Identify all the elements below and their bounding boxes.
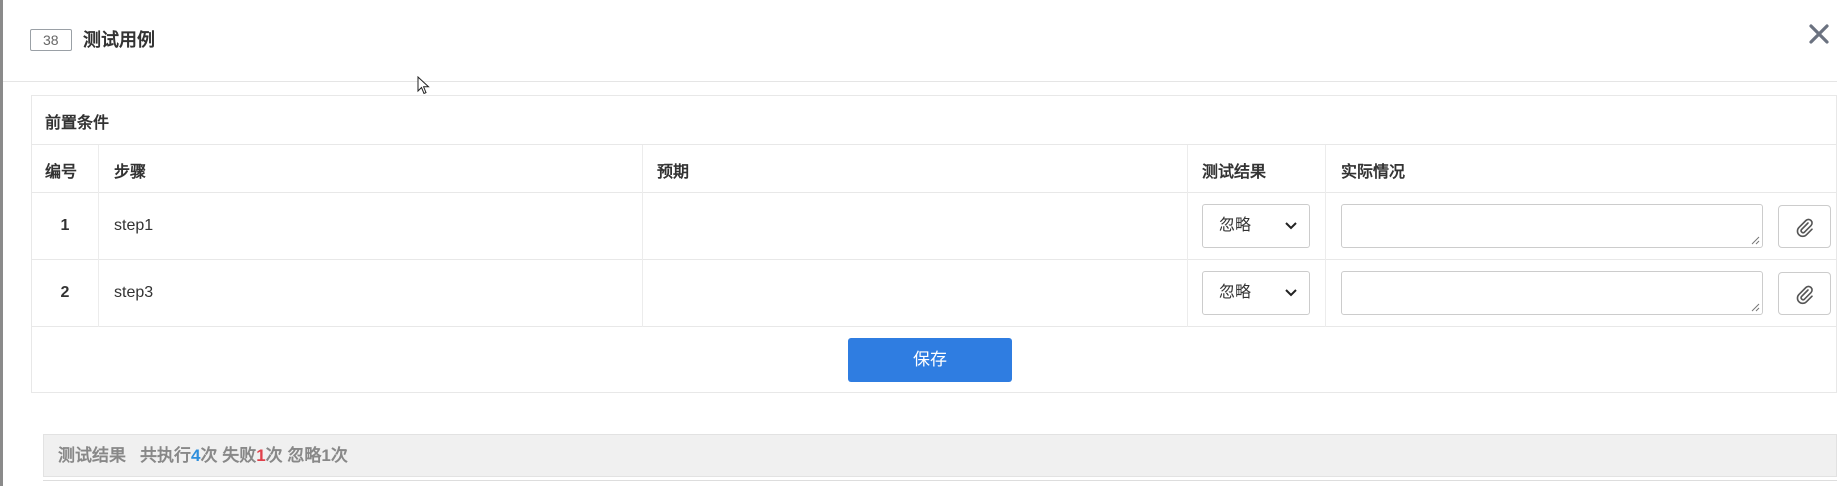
column-divider bbox=[642, 145, 643, 327]
col-header-result: 测试结果 bbox=[1202, 164, 1267, 181]
col-header-number: 编号 bbox=[45, 164, 78, 181]
fail-count: 1 bbox=[256, 446, 266, 465]
fail-suffix: 次 bbox=[265, 446, 283, 465]
column-divider bbox=[1187, 145, 1188, 327]
step-number: 2 bbox=[60, 284, 70, 301]
exec-prefix: 共执行 bbox=[140, 446, 191, 465]
col-header-step: 步骤 bbox=[114, 164, 147, 181]
divider bbox=[43, 480, 1837, 481]
divider bbox=[32, 192, 1837, 193]
exec-suffix: 次 bbox=[200, 446, 218, 465]
summary-label: 测试结果 bbox=[58, 446, 126, 465]
resize-grip-icon bbox=[1751, 236, 1760, 245]
step-number: 1 bbox=[60, 217, 70, 234]
case-id-badge: 38 bbox=[30, 29, 72, 51]
result-select[interactable]: 忽略 bbox=[1202, 204, 1310, 248]
attach-button[interactable] bbox=[1778, 205, 1831, 248]
close-icon bbox=[1809, 24, 1829, 44]
ignore-count-text: 忽略1次 bbox=[287, 446, 348, 465]
result-select[interactable]: 忽略 bbox=[1202, 271, 1310, 315]
dialog-title: 测试用例 bbox=[83, 30, 155, 50]
test-result-summary: 测试结果 共执行4次 失败1次 忽略1次 bbox=[43, 434, 1837, 477]
mouse-pointer-icon bbox=[417, 76, 430, 95]
dialog-header: 38 测试用例 bbox=[3, 0, 1837, 82]
paperclip-icon bbox=[1796, 218, 1813, 238]
result-select-value: 忽略 bbox=[1219, 217, 1252, 234]
actual-input[interactable] bbox=[1341, 204, 1763, 248]
chevron-down-icon bbox=[1285, 289, 1297, 297]
save-button[interactable]: 保存 bbox=[848, 338, 1012, 382]
fail-prefix: 失败 bbox=[222, 446, 257, 465]
column-divider bbox=[1325, 145, 1326, 327]
chevron-down-icon bbox=[1285, 222, 1297, 230]
result-select-value: 忽略 bbox=[1219, 284, 1252, 301]
close-button[interactable] bbox=[1805, 20, 1833, 48]
test-steps-card: 前置条件 编号 步骤 预期 测试结果 实际情况 1 step1 忽略 2 ste… bbox=[31, 95, 1837, 393]
attach-button[interactable] bbox=[1778, 272, 1831, 315]
step-text: step3 bbox=[114, 284, 154, 301]
resize-grip-icon bbox=[1751, 303, 1760, 312]
actual-input[interactable] bbox=[1341, 271, 1763, 315]
column-divider bbox=[98, 145, 99, 327]
paperclip-icon bbox=[1796, 285, 1813, 305]
divider bbox=[32, 144, 1837, 145]
divider bbox=[32, 326, 1837, 327]
col-header-actual: 实际情况 bbox=[1341, 164, 1406, 181]
precondition-title: 前置条件 bbox=[45, 115, 110, 132]
step-text: step1 bbox=[114, 217, 154, 234]
col-header-expected: 预期 bbox=[657, 164, 690, 181]
divider bbox=[32, 259, 1837, 260]
